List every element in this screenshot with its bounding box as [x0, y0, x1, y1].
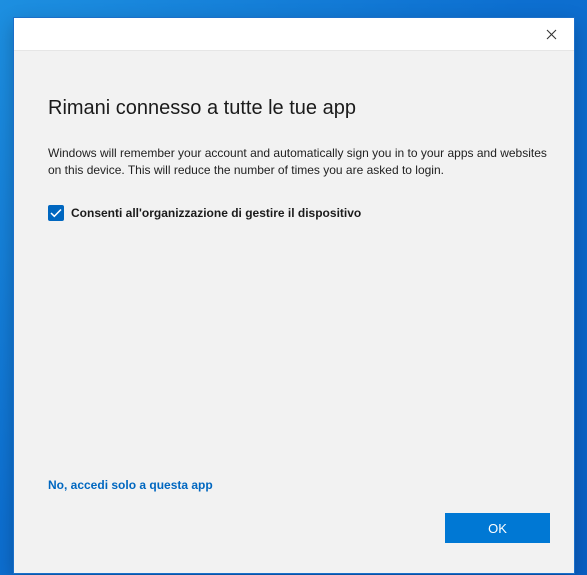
- ok-button[interactable]: OK: [445, 513, 550, 543]
- sign-in-dialog: Rimani connesso a tutte le tue app Windo…: [14, 18, 574, 573]
- sign-in-this-app-only-link[interactable]: No, accedi solo a questa app: [48, 478, 213, 492]
- dialog-heading: Rimani connesso a tutte le tue app: [48, 97, 356, 119]
- desktop-background: Rimani connesso a tutte le tue app Windo…: [0, 0, 587, 575]
- title-bar: [14, 18, 574, 51]
- checkmark-icon: [50, 208, 62, 218]
- dialog-description: Windows will remember your account and a…: [48, 146, 547, 177]
- close-icon: [546, 29, 557, 40]
- manage-device-checkbox[interactable]: [48, 205, 64, 221]
- manage-device-checkbox-row[interactable]: Consenti all'organizzazione di gestire i…: [48, 205, 361, 221]
- close-button[interactable]: [528, 18, 574, 50]
- manage-device-checkbox-label: Consenti all'organizzazione di gestire i…: [71, 206, 362, 220]
